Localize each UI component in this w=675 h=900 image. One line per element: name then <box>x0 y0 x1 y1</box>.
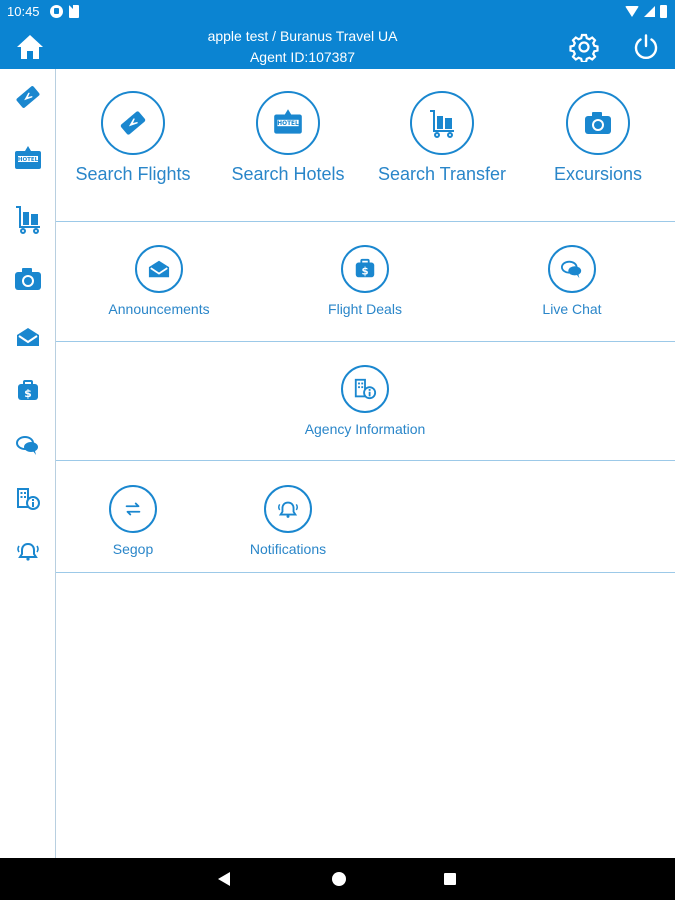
search-hotels-tile[interactable]: HOTEL Search Hotels <box>224 91 352 185</box>
excursions-tile[interactable]: Excursions <box>542 91 654 185</box>
excursions-button[interactable] <box>566 91 630 155</box>
settings-button[interactable] <box>566 29 602 65</box>
wifi-icon <box>625 6 639 17</box>
live-chat-button[interactable] <box>548 245 596 293</box>
recent-apps-icon[interactable] <box>444 873 456 885</box>
sidebar-item-notifications[interactable] <box>8 531 48 571</box>
search-flights-label: Search Flights <box>75 164 191 184</box>
segop-tile[interactable]: Segop <box>98 485 168 557</box>
deals-tag-icon: $ <box>18 380 38 400</box>
svg-text:HOTEL: HOTEL <box>18 157 39 163</box>
svg-text:$: $ <box>361 267 368 278</box>
flight-deals-tile[interactable]: $ Flight Deals <box>312 245 418 317</box>
svg-text:HOTEL: HOTEL <box>277 121 299 127</box>
exchange-arrows-icon <box>125 502 141 516</box>
power-icon <box>634 34 658 60</box>
divider <box>56 460 675 461</box>
sidebar-item-live-chat[interactable] <box>8 425 48 465</box>
sidebar-item-flight-deals[interactable]: $ <box>8 371 48 411</box>
agency-information-button[interactable] <box>341 365 389 413</box>
gear-icon <box>569 33 599 62</box>
notifications-button[interactable] <box>264 485 312 533</box>
notifications-label: Notifications <box>249 541 327 557</box>
agency-info-icon <box>354 378 377 400</box>
sidebar-item-hotels[interactable]: HOTEL <box>8 139 48 179</box>
home-circle-icon[interactable] <box>332 872 346 886</box>
status-time: 10:45 <box>7 4 40 19</box>
notification-bell-icon <box>278 501 298 518</box>
envelope-icon <box>17 328 39 346</box>
app-bar: apple test / Buranus Travel UA Agent ID:… <box>0 24 675 69</box>
battery-icon <box>660 5 667 18</box>
luggage-cart-icon <box>16 206 40 234</box>
svg-text:$: $ <box>24 387 32 400</box>
signal-icon <box>644 6 655 17</box>
live-chat-label: Live Chat <box>542 301 602 317</box>
deals-tag-icon: $ <box>355 258 375 278</box>
agent-id: Agent ID:107387 <box>249 49 356 65</box>
sidebar-item-agency-information[interactable] <box>8 479 48 519</box>
flight-deals-button[interactable]: $ <box>341 245 389 293</box>
hotel-icon: HOTEL <box>15 146 41 169</box>
divider <box>56 341 675 342</box>
flight-ticket-icon <box>120 111 146 135</box>
search-transfer-label: Search Transfer <box>377 164 507 184</box>
search-hotels-button[interactable]: HOTEL <box>256 91 320 155</box>
search-hotels-label: Search Hotels <box>231 164 345 184</box>
agency-info-icon <box>17 488 40 510</box>
camera-icon <box>15 268 41 290</box>
agency-information-tile[interactable]: Agency Information <box>290 365 440 437</box>
notification-bell-icon <box>17 542 39 561</box>
divider <box>56 572 675 573</box>
segop-label: Segop <box>112 541 154 557</box>
announcements-button[interactable] <box>135 245 183 293</box>
system-navigation-bar <box>0 858 675 900</box>
sidebar-item-excursions[interactable] <box>8 259 48 299</box>
envelope-icon <box>148 260 170 278</box>
announcements-label: Announcements <box>108 301 210 317</box>
main-menu: Search Flights HOTEL Search Hotels Searc… <box>56 69 675 858</box>
sidebar-item-transfer[interactable] <box>8 199 48 239</box>
hotel-icon: HOTEL <box>274 109 302 134</box>
agency-information-label: Agency Information <box>304 421 426 437</box>
back-icon[interactable] <box>218 872 230 886</box>
search-transfer-tile[interactable]: Search Transfer <box>372 91 512 185</box>
sidebar: HOTEL $ <box>0 69 56 858</box>
sidebar-item-flights[interactable] <box>8 77 48 117</box>
sidebar-item-announcements[interactable] <box>8 317 48 357</box>
clipboard-icon <box>69 5 79 18</box>
flight-deals-label: Flight Deals <box>328 301 402 317</box>
app-title: apple test / Buranus Travel UA <box>207 28 398 44</box>
search-transfer-button[interactable] <box>410 91 474 155</box>
logout-button[interactable] <box>628 29 664 65</box>
luggage-cart-icon <box>430 110 454 138</box>
divider <box>56 221 675 222</box>
chat-bubble-icon <box>16 436 38 455</box>
notification-app-icon <box>50 5 63 18</box>
camera-icon <box>585 112 611 134</box>
notifications-tile[interactable]: Notifications <box>238 485 338 557</box>
status-bar: 10:45 <box>0 0 675 24</box>
chat-bubble-icon <box>561 260 582 279</box>
live-chat-tile[interactable]: Live Chat <box>528 245 616 317</box>
flight-ticket-icon <box>16 86 40 108</box>
segop-button[interactable] <box>109 485 157 533</box>
search-flights-tile[interactable]: Search Flights <box>72 91 194 185</box>
search-flights-button[interactable] <box>101 91 165 155</box>
excursions-label: Excursions <box>553 164 643 184</box>
announcements-tile[interactable]: Announcements <box>94 245 224 317</box>
